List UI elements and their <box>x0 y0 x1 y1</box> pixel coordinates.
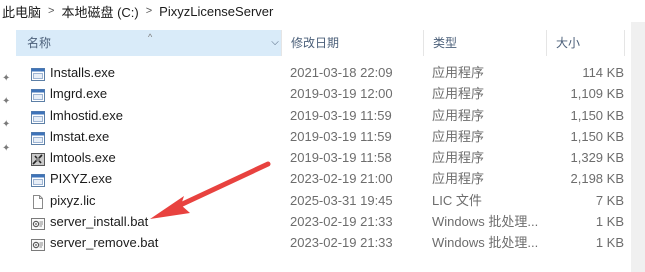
file-size: 1,150 KB <box>570 107 625 123</box>
file-size: 7 KB <box>595 192 624 208</box>
column-type-label: 类型 <box>433 36 458 50</box>
file-list: Installs.exe 2021-03-18 22:09 应用程序 114 K… <box>28 62 628 254</box>
column-size-label: 大小 <box>556 36 581 50</box>
file-type: 应用程序 <box>432 171 485 187</box>
file-name: lmstat.exe <box>50 128 110 144</box>
file-row-pixyz-lic[interactable]: pixyz.lic 2025-03-31 19:45 LIC 文件 7 KB <box>28 190 628 211</box>
file-name: server_remove.bat <box>50 235 159 251</box>
column-date-label: 修改日期 <box>291 36 340 50</box>
file-row-lmhostid-exe[interactable]: lmhostid.exe 2019-03-19 11:59 应用程序 1,150… <box>28 105 628 126</box>
file-row-lmstat-exe[interactable]: lmstat.exe 2019-03-19 11:59 应用程序 1,150 K… <box>28 126 628 147</box>
file-name: PIXYZ.exe <box>50 171 113 187</box>
column-header-name[interactable]: 名称 ^ ⌵ <box>16 30 281 56</box>
pin-icon[interactable]: ✦ <box>2 144 10 154</box>
file-modified-date: 2019-03-19 12:00 <box>290 86 393 102</box>
file-row-lmtools-exe[interactable]: lmtools.exe 2019-03-19 11:58 应用程序 1,329 … <box>28 147 628 168</box>
breadcrumb-local-disk[interactable]: 本地磁盘 (C:) <box>61 2 138 21</box>
pin-icon[interactable]: ✦ <box>2 97 10 107</box>
sort-ascending-icon: ^ <box>148 32 153 42</box>
exe-window-icon <box>31 130 45 145</box>
column-header-type[interactable]: 类型 <box>433 30 457 56</box>
batch-file-icon <box>31 236 45 252</box>
column-header-row: 名称 ^ ⌵ 修改日期 类型 大小 <box>16 30 631 56</box>
batch-file-icon <box>31 215 45 231</box>
file-type: 应用程序 <box>432 65 485 80</box>
column-header-date[interactable]: 修改日期 <box>291 30 339 56</box>
pin-icon[interactable]: ✦ <box>2 74 10 84</box>
file-modified-date: 2019-03-19 11:58 <box>290 150 392 166</box>
file-row-server-install-bat[interactable]: server_install.bat 2023-02-19 21:33 Wind… <box>28 211 628 232</box>
file-type: Windows 批处理... <box>432 214 539 230</box>
file-name: Installs.exe <box>50 65 116 80</box>
tools-app-icon <box>31 151 45 167</box>
file-type: 应用程序 <box>432 150 485 166</box>
file-type: LIC 文件 <box>432 192 482 208</box>
file-name: lmhostid.exe <box>50 107 123 123</box>
file-type: 应用程序 <box>432 128 485 144</box>
exe-window-icon <box>31 109 45 124</box>
file-size: 1,109 KB <box>570 86 625 102</box>
file-size: 1 KB <box>595 235 624 251</box>
blank-file-icon <box>31 194 45 209</box>
breadcrumb-current-folder[interactable]: PixyzLicenseServer <box>159 4 273 19</box>
file-name: lmgrd.exe <box>50 86 108 102</box>
column-divider[interactable] <box>546 30 547 56</box>
file-size: 1,150 KB <box>570 128 625 144</box>
file-row-lmgrd-exe[interactable]: lmgrd.exe 2019-03-19 12:00 应用程序 1,109 KB <box>28 83 628 104</box>
exe-window-icon <box>31 87 45 103</box>
file-type: Windows 批处理... <box>432 235 539 251</box>
file-size: 2,198 KB <box>570 171 625 187</box>
column-divider[interactable] <box>281 30 282 56</box>
file-size: 114 KB <box>582 65 624 80</box>
file-modified-date: 2023-02-19 21:33 <box>290 235 393 251</box>
exe-window-icon <box>31 172 45 188</box>
file-modified-date: 2023-02-19 21:00 <box>290 171 393 187</box>
breadcrumb-separator-icon[interactable]: > <box>146 5 152 17</box>
navigation-pane-edge: ✦ ✦ ✦ ✦ <box>0 22 14 272</box>
breadcrumb-this-pc[interactable]: 此电脑 <box>2 2 41 21</box>
column-filter-chevron-icon[interactable]: ⌵ <box>269 30 281 56</box>
column-header-size[interactable]: 大小 <box>556 30 580 56</box>
file-size: 1,329 KB <box>570 150 625 166</box>
file-row-server-remove-bat[interactable]: server_remove.bat 2023-02-19 21:33 Windo… <box>28 232 628 253</box>
file-modified-date: 2019-03-19 11:59 <box>290 128 392 144</box>
column-divider[interactable] <box>624 30 625 56</box>
vertical-scrollbar[interactable] <box>631 22 645 272</box>
exe-window-icon <box>31 66 45 81</box>
pin-icon[interactable]: ✦ <box>2 120 10 130</box>
column-name-label: 名称 <box>27 36 52 50</box>
file-name: lmtools.exe <box>50 150 116 166</box>
file-name: pixyz.lic <box>50 192 96 208</box>
file-modified-date: 2023-02-19 21:33 <box>290 214 393 230</box>
file-modified-date: 2019-03-19 11:59 <box>290 107 392 123</box>
breadcrumb-separator-icon[interactable]: > <box>48 5 54 17</box>
file-type: 应用程序 <box>432 86 485 102</box>
column-divider[interactable] <box>423 30 424 56</box>
file-row-installs-exe[interactable]: Installs.exe 2021-03-18 22:09 应用程序 114 K… <box>28 62 628 83</box>
file-modified-date: 2025-03-31 19:45 <box>290 192 393 208</box>
file-size: 1 KB <box>595 214 624 230</box>
file-row-pixyz-exe[interactable]: PIXYZ.exe 2023-02-19 21:00 应用程序 2,198 KB <box>28 168 628 189</box>
breadcrumb: 此电脑 > 本地磁盘 (C:) > PixyzLicenseServer <box>0 0 645 22</box>
file-name: server_install.bat <box>50 214 149 230</box>
file-modified-date: 2021-03-18 22:09 <box>290 65 393 80</box>
file-type: 应用程序 <box>432 107 485 123</box>
